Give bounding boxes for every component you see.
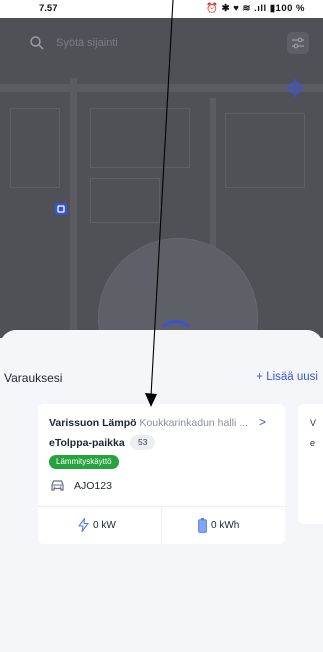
map-building xyxy=(10,108,60,188)
spot-type: eTolppa-paikka xyxy=(49,437,125,449)
next-reservation-card[interactable]: V e xyxy=(298,404,323,524)
car-icon xyxy=(51,480,64,491)
power-value: 0 kW xyxy=(93,519,116,531)
search-bar[interactable]: Syötä sijainti xyxy=(30,28,118,58)
license-plate: AJO123 xyxy=(74,480,112,492)
location-line: Varissuon Lämpö Koukkarinkadun halli ... xyxy=(49,417,279,429)
status-bar: 7.57 ⏰ ✱ ♥ ≋ .ıll ▮100 % xyxy=(0,0,323,18)
battery-icon xyxy=(198,518,207,533)
power-metric: 0 kW xyxy=(78,518,116,532)
search-input[interactable]: Syötä sijainti xyxy=(56,37,118,49)
status-time: 7.57 xyxy=(39,3,58,14)
locate-icon[interactable] xyxy=(285,78,305,98)
spot-count-badge: 53 xyxy=(130,435,156,450)
map-view[interactable]: Syötä sijainti xyxy=(0,18,323,338)
chevron-right-icon[interactable]: > xyxy=(259,415,266,429)
column-divider xyxy=(161,507,162,544)
lightning-icon xyxy=(78,518,89,532)
filter-icon[interactable] xyxy=(287,32,309,54)
map-building xyxy=(225,113,305,188)
map-road xyxy=(0,84,323,92)
reservation-card[interactable]: Varissuon Lämpö Koukkarinkadun halli ...… xyxy=(38,404,285,544)
usage-badge: Lämmityskäyttö xyxy=(49,455,119,469)
energy-value: 0 kWh xyxy=(211,520,240,531)
search-icon xyxy=(30,36,44,50)
map-building xyxy=(90,108,190,168)
map-road xyxy=(70,78,77,338)
energy-metric: 0 kWh xyxy=(198,518,239,533)
add-new-button[interactable]: + Lisää uusi xyxy=(256,371,318,383)
next-card-text: V xyxy=(310,418,317,428)
map-building xyxy=(90,178,160,223)
charger-pin-icon[interactable] xyxy=(54,202,68,216)
location-address: Koukkarinkadun halli ... xyxy=(139,417,249,429)
status-icons: ⏰ ✱ ♥ ≋ .ıll ▮100 % xyxy=(206,3,305,14)
reservations-title: Varauksesi xyxy=(4,371,63,385)
next-card-text: e xyxy=(310,438,316,448)
location-name: Varissuon Lämpö xyxy=(49,417,137,429)
